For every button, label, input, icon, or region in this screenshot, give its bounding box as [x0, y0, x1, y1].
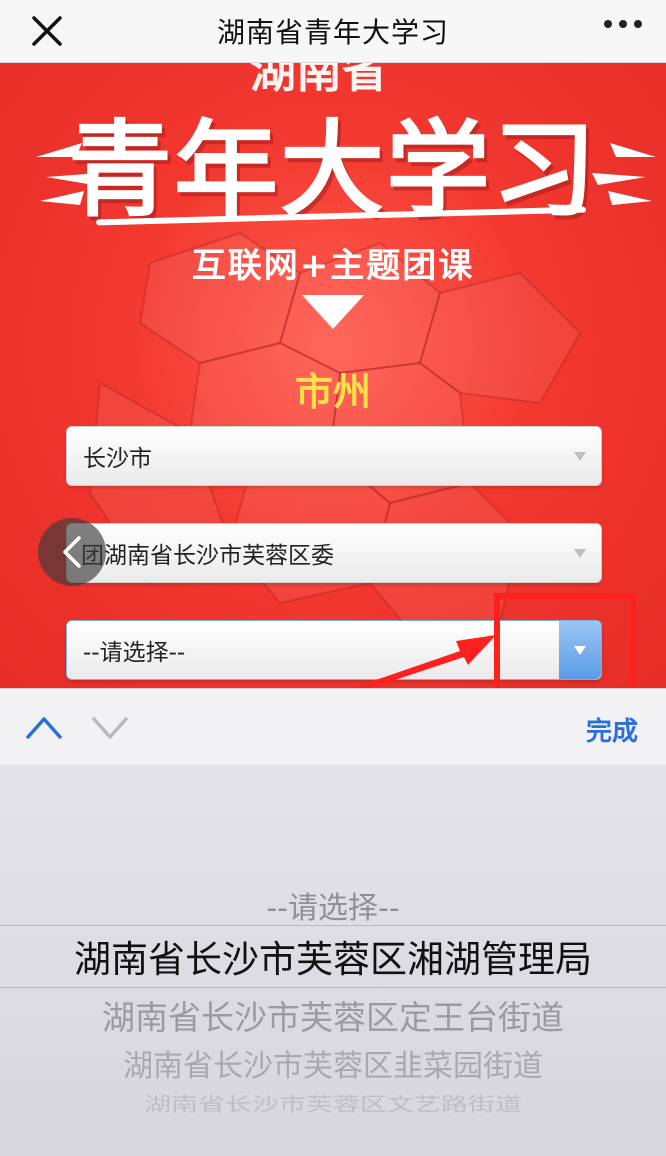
hero-banner: 湖南省 青年大学习 互联网+主题团课 市州 长沙市 团湖南省长沙市芙蓉区委 --… — [0, 63, 666, 688]
close-icon[interactable] — [28, 12, 66, 50]
section-label-city: 市州 — [294, 370, 371, 414]
city-select[interactable]: 长沙市 — [66, 426, 602, 486]
city-select-arrow-icon[interactable] — [559, 427, 601, 485]
annotation-highlight-box — [494, 593, 636, 688]
back-button[interactable] — [38, 518, 106, 586]
chevron-up-icon[interactable] — [24, 711, 64, 743]
chevron-down-icon[interactable] — [90, 711, 130, 743]
picker-item[interactable]: 湖南省长沙市芙蓉区韭菜园街道 — [0, 1041, 666, 1085]
district-select-value: 团湖南省长沙市芙蓉区委 — [81, 543, 334, 569]
chevron-left-icon — [63, 536, 81, 568]
page-title: 湖南省青年大学习 — [216, 16, 449, 49]
picker-selection-line-bottom — [0, 987, 666, 988]
district-select[interactable]: 团湖南省长沙市芙蓉区委 — [66, 523, 602, 583]
picker-item[interactable]: --请选择-- — [0, 883, 666, 927]
done-button[interactable]: 完成 — [586, 711, 638, 748]
district-select-arrow-icon[interactable] — [559, 524, 601, 582]
down-triangle-icon — [302, 295, 364, 329]
option-picker[interactable]: --请选择-- 湖南省长沙市芙蓉区湘湖管理局 湖南省长沙市芙蓉区定王台街道 湖南… — [0, 765, 666, 1156]
hero-subtitle: 互联网+主题团课 — [191, 246, 475, 286]
nav-bar: 湖南省青年大学习 — [0, 0, 666, 63]
city-select-value: 长沙市 — [83, 446, 152, 472]
picker-item-selected[interactable]: 湖南省长沙市芙蓉区湘湖管理局 — [0, 929, 666, 983]
more-dots-icon[interactable] — [604, 20, 642, 28]
picker-item[interactable]: 湖南省长沙市芙蓉区定王台街道 — [0, 991, 666, 1039]
annotation-arrow-icon — [352, 635, 496, 688]
picker-item[interactable]: 湖南省长沙市芙蓉区文艺路街道 — [0, 1089, 666, 1116]
picker-toolbar: 完成 — [0, 688, 666, 766]
